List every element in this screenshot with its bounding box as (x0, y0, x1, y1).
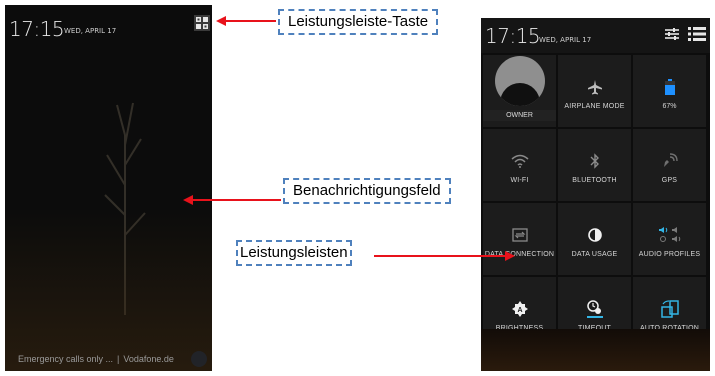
callout-power-bars: Leistungsleisten (236, 240, 352, 266)
callout-toggle-button: Leistungsleiste-Taste (278, 9, 439, 35)
callout-notification-field: Benachrichtigungsfeld (283, 178, 451, 204)
